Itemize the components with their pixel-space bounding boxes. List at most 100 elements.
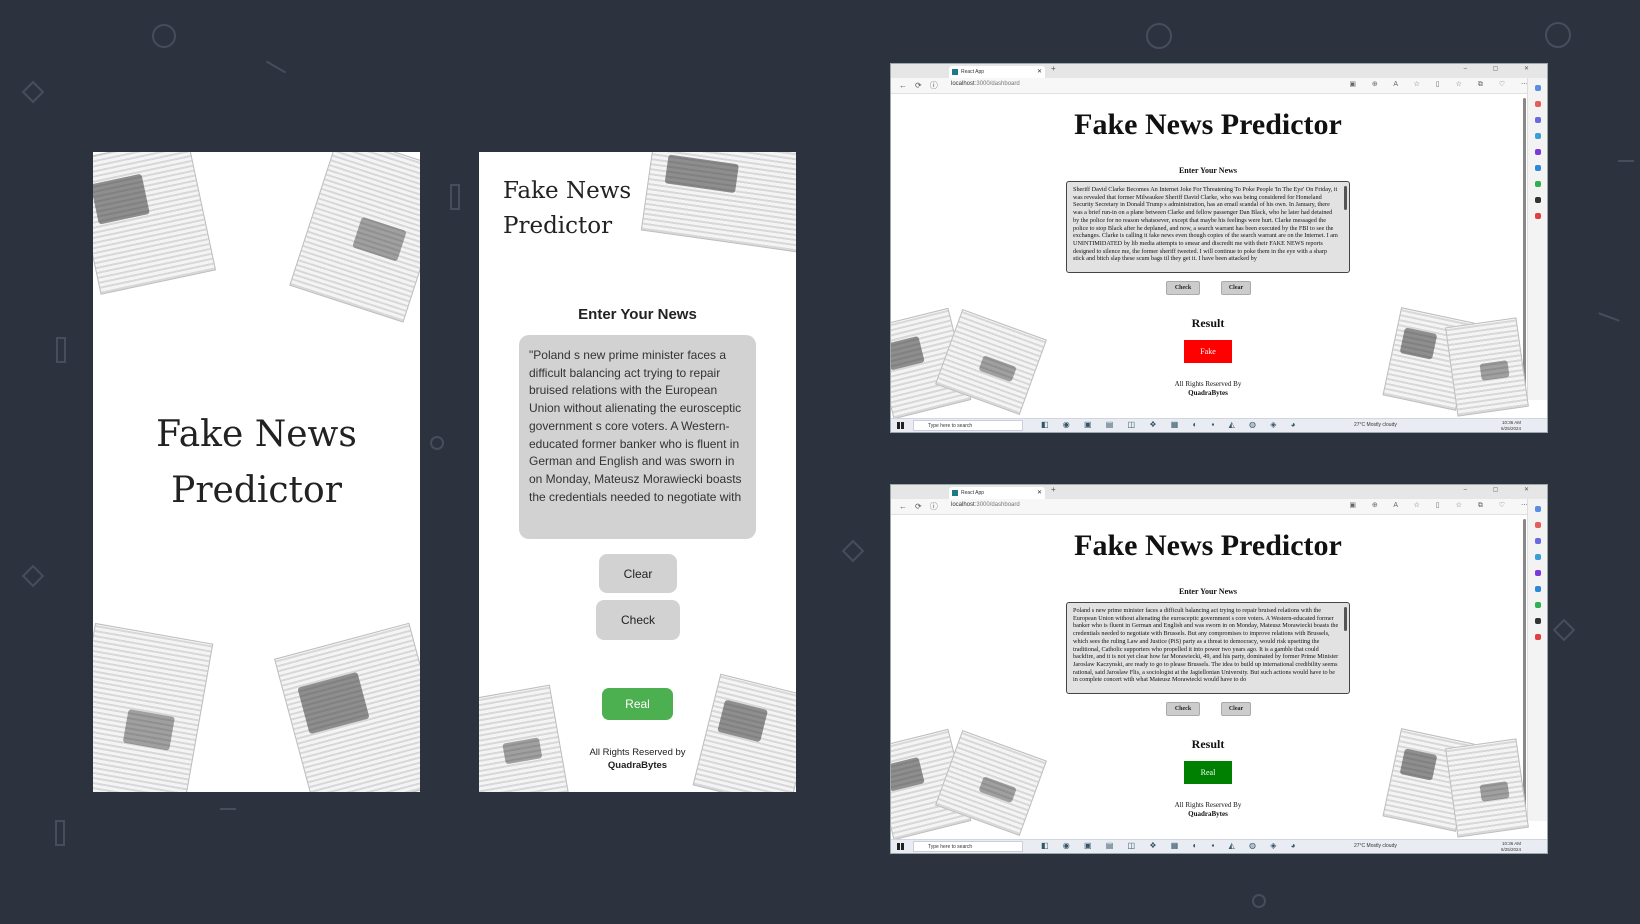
nav-buttons[interactable]: ←⟳ⓘ xyxy=(899,501,946,512)
url-field[interactable]: localhost:3000/dashboard xyxy=(951,81,1020,87)
outlook-icon[interactable] xyxy=(1534,554,1541,560)
whatsapp-icon[interactable] xyxy=(1534,602,1541,608)
search-icon[interactable] xyxy=(1534,85,1541,91)
react-app-icon xyxy=(952,69,958,75)
system-clock[interactable]: 10:36 AM 6/25/2024 xyxy=(1501,841,1521,853)
textarea-scrollbar[interactable] xyxy=(1344,607,1347,631)
app-icon[interactable] xyxy=(1534,197,1541,203)
tab-bar: React App ✕ + – ▢ ✕ xyxy=(891,64,1547,78)
newspaper-decoration xyxy=(479,684,569,792)
info-icon: ⓘ xyxy=(929,502,946,511)
company-name: QuadraBytes xyxy=(607,760,668,771)
shopping-icon[interactable] xyxy=(1534,101,1541,107)
check-button[interactable]: Check xyxy=(1166,702,1200,716)
edge-sidebar xyxy=(1527,78,1547,400)
clear-button[interactable]: Clear xyxy=(599,554,677,593)
textarea-scrollbar[interactable] xyxy=(1344,186,1347,210)
tab-bar: React App ✕ + – ▢ ✕ xyxy=(891,485,1547,499)
browser-window-real: React App ✕ + – ▢ ✕ ←⟳ⓘ localhost:3000/d… xyxy=(890,484,1548,854)
weather-widget[interactable]: 27°C Mostly cloudy xyxy=(1354,422,1397,428)
enter-news-label: Enter Your News xyxy=(1178,166,1238,175)
tools-icon[interactable] xyxy=(1534,538,1541,544)
address-bar: ←⟳ⓘ localhost:3000/dashboard ▣ ⊕ A ☆ ▯ ☆… xyxy=(891,499,1547,515)
windows-start-icon[interactable] xyxy=(897,843,904,850)
taskbar-search-input[interactable]: Type here to search xyxy=(913,841,1023,852)
result-badge: Real xyxy=(602,688,673,720)
newspaper-decoration xyxy=(1445,738,1529,838)
news-input[interactable]: "Poland s new prime minister faces a dif… xyxy=(519,335,756,539)
app-icon[interactable] xyxy=(1534,618,1541,624)
browser-tab[interactable]: React App ✕ xyxy=(949,487,1045,499)
weather-widget[interactable]: 27°C Mostly cloudy xyxy=(1354,843,1397,849)
news-textarea[interactable]: Poland s new prime minister faces a diff… xyxy=(1066,602,1350,694)
react-app-icon xyxy=(952,490,958,496)
result-label: Result xyxy=(1191,316,1225,330)
refresh-icon[interactable]: ⟳ xyxy=(915,502,930,511)
company-name: QuadraBytes xyxy=(1188,810,1228,818)
google-icon[interactable] xyxy=(1534,213,1541,219)
copilot-icon[interactable] xyxy=(1534,570,1541,576)
news-textarea[interactable]: Sheriff David Clarke Becomes An Internet… xyxy=(1066,181,1350,273)
newspaper-decoration xyxy=(640,152,796,253)
enter-news-label: Enter Your News xyxy=(578,306,697,323)
taskbar-apps[interactable]: ◧ ◉ ▣ ▤ ◫ ❖ ▦ ◐ ▪ ◭ ◍ ◈ ◕ xyxy=(1041,420,1301,429)
browser-tab[interactable]: React App ✕ xyxy=(949,66,1045,78)
clear-button[interactable]: Clear xyxy=(1221,702,1251,716)
newspaper-decoration xyxy=(274,622,420,792)
back-icon[interactable]: ← xyxy=(899,502,915,511)
clear-button[interactable]: Clear xyxy=(1221,281,1251,295)
windows-taskbar: Type here to search ◧ ◉ ▣ ▤ ◫ ❖ ▦ ◐ ▪ ◭ … xyxy=(891,839,1547,853)
address-bar: ←⟳ⓘ localhost:3000/dashboard ▣ ⊕ A ☆ ▯ ☆… xyxy=(891,78,1547,94)
footer: All Rights Reserved By QuadraBytes xyxy=(891,801,1525,819)
info-icon: ⓘ xyxy=(929,81,946,90)
page-scrollbar[interactable] xyxy=(1523,98,1526,398)
window-controls[interactable]: – ▢ ✕ xyxy=(1464,486,1541,493)
app-title: Fake News Predictor xyxy=(503,178,632,239)
toolbar-icons[interactable]: ▣ ⊕ A ☆ ▯ ☆ ⧉ ♡ ⋯ xyxy=(1349,80,1535,89)
whatsapp-icon[interactable] xyxy=(1534,181,1541,187)
newspaper-decoration xyxy=(93,622,214,792)
footer: All Rights Reserved By QuadraBytes xyxy=(891,380,1525,398)
google-icon[interactable] xyxy=(1534,634,1541,640)
browser-window-fake: React App ✕ + – ▢ ✕ ←⟳ⓘ localhost:3000/d… xyxy=(890,63,1548,433)
nav-buttons[interactable]: ←⟳ⓘ xyxy=(899,80,946,91)
newspaper-decoration xyxy=(692,673,796,792)
splash-screen: Fake News Predictor xyxy=(93,152,420,792)
close-tab-icon[interactable]: ✕ xyxy=(1037,487,1042,499)
taskbar-apps[interactable]: ◧ ◉ ▣ ▤ ◫ ❖ ▦ ◐ ▪ ◭ ◍ ◈ ◕ xyxy=(1041,841,1301,850)
back-icon[interactable]: ← xyxy=(899,81,915,90)
newspaper-decoration xyxy=(1445,317,1529,417)
system-clock[interactable]: 10:36 AM 6/25/2024 xyxy=(1501,420,1521,432)
page-title: Fake News Predictor xyxy=(1074,529,1342,562)
windows-taskbar: Type here to search ◧ ◉ ▣ ▤ ◫ ❖ ▦ ◐ ▪ ◭ … xyxy=(891,418,1547,432)
result-label: Result xyxy=(1191,737,1225,751)
shopping-icon[interactable] xyxy=(1534,522,1541,528)
result-badge: Real xyxy=(1184,761,1232,784)
taskbar-search-input[interactable]: Type here to search xyxy=(913,420,1023,431)
refresh-icon[interactable]: ⟳ xyxy=(915,81,930,90)
windows-start-icon[interactable] xyxy=(897,422,904,429)
result-badge: Fake xyxy=(1184,340,1232,363)
telegram-icon[interactable] xyxy=(1534,586,1541,592)
page-scrollbar[interactable] xyxy=(1523,519,1526,819)
check-button[interactable]: Check xyxy=(1166,281,1200,295)
newspaper-decoration xyxy=(289,152,420,323)
copilot-icon[interactable] xyxy=(1534,149,1541,155)
splash-title: Fake News Predictor xyxy=(156,414,357,511)
toolbar-icons[interactable]: ▣ ⊕ A ☆ ▯ ☆ ⧉ ♡ ⋯ xyxy=(1349,501,1535,510)
telegram-icon[interactable] xyxy=(1534,165,1541,171)
close-tab-icon[interactable]: ✕ xyxy=(1037,66,1042,78)
check-button[interactable]: Check xyxy=(596,600,680,640)
edge-sidebar xyxy=(1527,499,1547,821)
new-tab-icon[interactable]: + xyxy=(1051,485,1056,494)
url-field[interactable]: localhost:3000/dashboard xyxy=(951,502,1020,508)
enter-news-label: Enter Your News xyxy=(1178,587,1238,596)
outlook-icon[interactable] xyxy=(1534,133,1541,139)
new-tab-icon[interactable]: + xyxy=(1051,64,1056,73)
window-controls[interactable]: – ▢ ✕ xyxy=(1464,65,1541,72)
search-icon[interactable] xyxy=(1534,506,1541,512)
tools-icon[interactable] xyxy=(1534,117,1541,123)
page-title: Fake News Predictor xyxy=(1074,108,1342,141)
mobile-app-screen: Fake News Predictor Enter Your News "Pol… xyxy=(479,152,796,792)
company-name: QuadraBytes xyxy=(1188,389,1228,397)
